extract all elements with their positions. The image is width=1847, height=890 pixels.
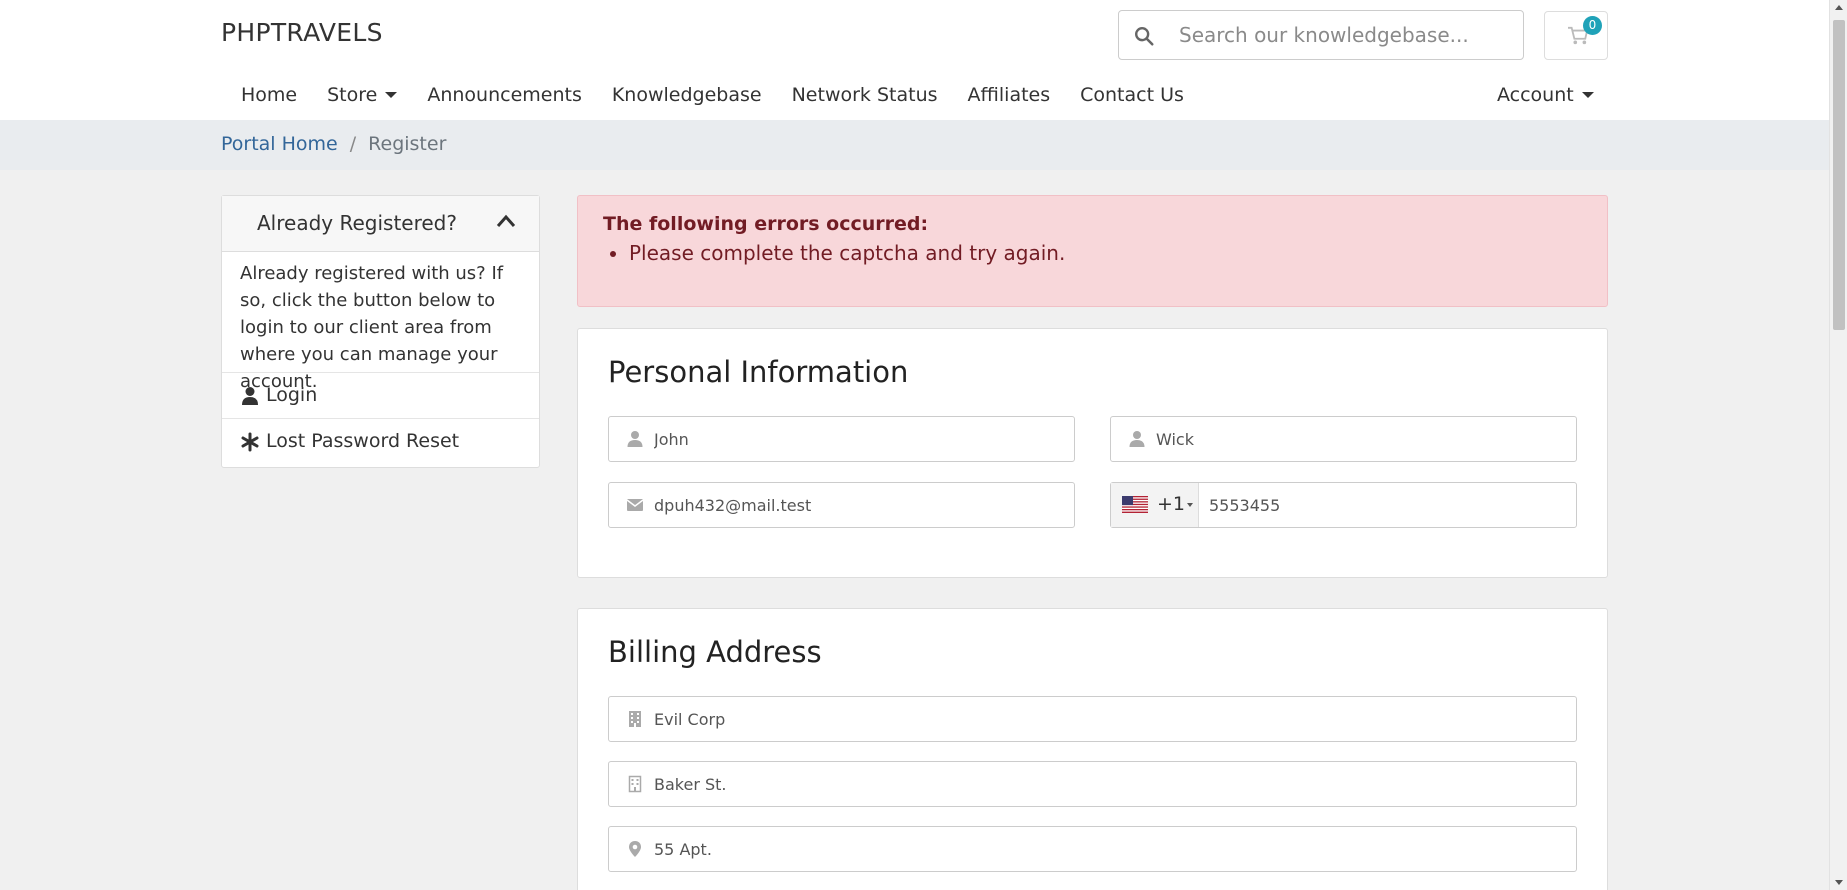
street-address-2-field[interactable] xyxy=(608,826,1577,872)
cart-count-badge: 0 xyxy=(1583,16,1602,35)
last-name-field[interactable] xyxy=(1110,416,1577,462)
us-flag-icon xyxy=(1122,496,1148,513)
street-address-2-input[interactable] xyxy=(654,827,1568,871)
street-address-field[interactable] xyxy=(608,761,1577,807)
building-outline-icon xyxy=(628,775,642,793)
error-item: Please complete the captcha and try agai… xyxy=(629,241,1582,265)
nav-store[interactable]: Store xyxy=(327,84,398,106)
nav-contact-us[interactable]: Contact Us xyxy=(1080,84,1184,106)
map-marker-icon xyxy=(629,841,641,857)
nav-network-status[interactable]: Network Status xyxy=(792,84,938,106)
nav-affiliates-label: Affiliates xyxy=(967,84,1051,106)
email-input[interactable] xyxy=(654,483,1066,527)
first-name-input[interactable] xyxy=(654,417,1066,461)
street-address-input[interactable] xyxy=(654,762,1568,806)
personal-information-heading: Personal Information xyxy=(608,355,909,389)
nav-announcements-label: Announcements xyxy=(427,84,582,106)
user-icon xyxy=(242,387,258,405)
lost-password-label: Lost Password Reset xyxy=(266,430,460,452)
caret-down-icon xyxy=(1187,503,1193,507)
login-label: Login xyxy=(266,384,318,406)
phone-field[interactable]: +1 xyxy=(1110,482,1577,528)
building-icon xyxy=(629,711,641,727)
personal-information-panel: Personal Information John Wick dpuh432@m… xyxy=(577,328,1608,578)
knowledgebase-search[interactable] xyxy=(1118,10,1524,60)
login-link[interactable]: Login xyxy=(222,372,539,418)
error-alert-title: The following errors occurred: xyxy=(603,213,929,235)
nav-home-label: Home xyxy=(241,84,298,106)
dial-code: +1 xyxy=(1157,493,1186,515)
nav-account-label: Account xyxy=(1497,84,1574,106)
error-alert: The following errors occurred: Please co… xyxy=(577,195,1608,307)
breadcrumb-separator: / xyxy=(349,133,357,155)
top-header: PHPTRAVELS 0 Home Store Announcements Kn… xyxy=(0,0,1829,120)
phone-input[interactable] xyxy=(1209,483,1568,527)
envelope-icon xyxy=(626,499,644,511)
billing-address-heading: Billing Address xyxy=(608,635,822,669)
already-registered-text: Already registered with us? If so, click… xyxy=(240,263,504,392)
page-scrollbar[interactable] xyxy=(1829,0,1847,890)
cart-button[interactable]: 0 xyxy=(1544,11,1608,60)
already-registered-card: Already Registered? Already registered w… xyxy=(221,195,540,468)
scroll-up-arrow-icon[interactable] xyxy=(1835,5,1843,10)
breadcrumb: Portal Home / Register xyxy=(221,133,446,155)
nav-account[interactable]: Account xyxy=(1497,80,1594,110)
first-name-field[interactable] xyxy=(608,416,1075,462)
billing-address-panel: Billing Address xyxy=(577,608,1608,890)
nav-knowledgebase[interactable]: Knowledgebase xyxy=(612,84,762,106)
scrollbar-thumb[interactable] xyxy=(1833,20,1845,330)
site-logo[interactable]: PHPTRAVELS xyxy=(221,18,383,47)
caret-down-icon xyxy=(1581,92,1594,98)
asterisk-icon xyxy=(241,432,259,452)
last-name-input[interactable] xyxy=(1156,417,1568,461)
lost-password-link[interactable]: Lost Password Reset xyxy=(222,418,539,464)
scroll-down-arrow-icon[interactable] xyxy=(1835,880,1843,885)
main-nav: Home Store Announcements Knowledgebase N… xyxy=(221,80,1214,110)
nav-store-label: Store xyxy=(327,84,378,106)
nav-affiliates[interactable]: Affiliates xyxy=(968,84,1051,106)
email-field[interactable] xyxy=(608,482,1075,528)
country-code-selector[interactable]: +1 xyxy=(1111,483,1199,527)
breadcrumb-bar: Portal Home / Register xyxy=(0,120,1829,170)
error-list: Please complete the captcha and try agai… xyxy=(629,241,1582,265)
breadcrumb-current: Register xyxy=(368,133,447,155)
company-input[interactable] xyxy=(654,697,1568,741)
already-registered-title: Already Registered? xyxy=(257,211,457,235)
nav-knowledgebase-label: Knowledgebase xyxy=(611,84,762,106)
search-icon xyxy=(1135,27,1154,46)
nav-network-status-label: Network Status xyxy=(791,84,938,106)
already-registered-header[interactable]: Already Registered? xyxy=(222,196,539,252)
nav-announcements[interactable]: Announcements xyxy=(427,84,582,106)
user-icon xyxy=(1129,431,1145,447)
caret-down-icon xyxy=(385,92,398,98)
search-input[interactable] xyxy=(1179,11,1509,59)
chevron-up-icon[interactable] xyxy=(496,214,516,228)
nav-contact-us-label: Contact Us xyxy=(1080,84,1184,106)
nav-home[interactable]: Home xyxy=(241,84,297,106)
user-icon xyxy=(627,431,643,447)
breadcrumb-home-link[interactable]: Portal Home xyxy=(221,133,338,155)
company-field[interactable] xyxy=(608,696,1577,742)
